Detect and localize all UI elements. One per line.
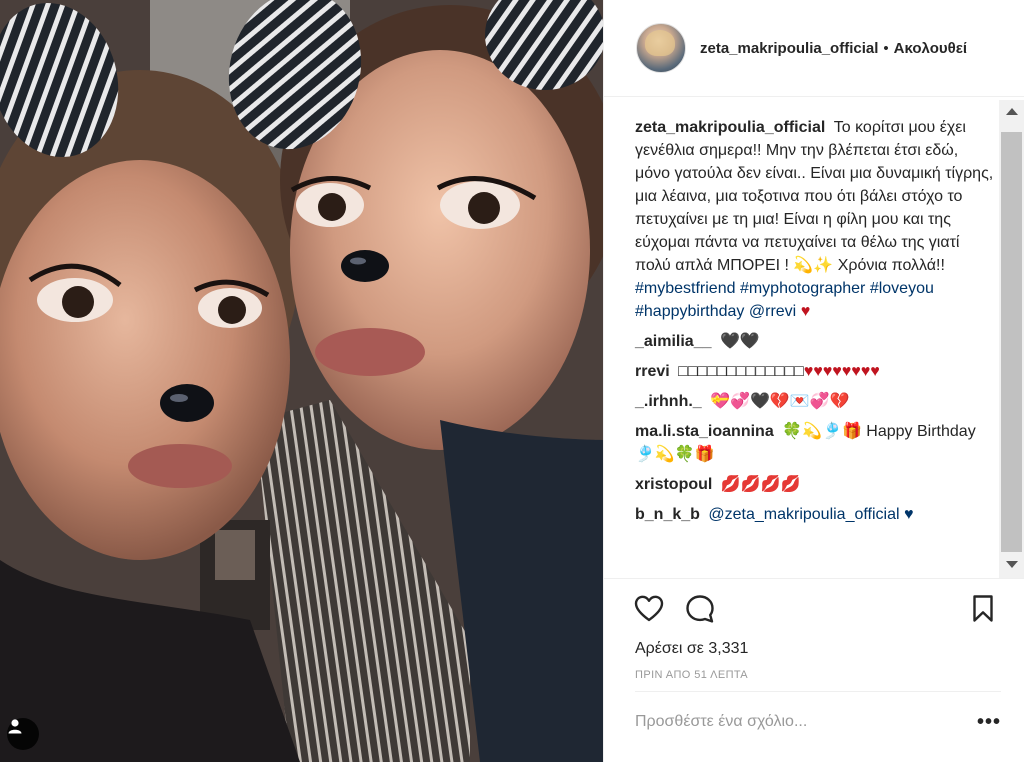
comment-text: 🖤🖤 — [719, 333, 760, 350]
post-actions: Αρέσει σε 3,331 ΠΡΙΝ ΑΠΟ 51 ΛΕΠΤΑ ••• — [604, 578, 1024, 758]
caption-heart-emoji: ♥ — [800, 303, 811, 320]
scrollbar-thumb[interactable] — [1001, 132, 1022, 552]
user-tag-icon — [8, 719, 22, 734]
comment-text: 💋💋💋💋 — [720, 476, 801, 493]
scroll-down-icon[interactable] — [1006, 561, 1018, 568]
list-item: ma.li.sta_ioannina 🍀💫🎐🎁 Happy Birthday 🎐… — [635, 420, 997, 466]
scroll-up-icon[interactable] — [1006, 108, 1018, 115]
heart-icon — [634, 595, 664, 622]
comment-hearts: ♥♥♥♥♥♥♥♥ — [803, 363, 880, 380]
comment-text: 💝💞🖤💔💌💞💔 — [710, 393, 850, 410]
hashtag-link[interactable]: #happybirthday — [635, 303, 744, 320]
selfie-image — [0, 0, 603, 762]
comment-username[interactable]: xristopoul — [635, 476, 712, 493]
list-item: b_n_k_b @zeta_makripoulia_official ♥ — [635, 503, 997, 526]
caption: zeta_makripoulia_official Το κορίτσι μου… — [635, 116, 997, 323]
comment-text: □□□□□□□□□□□□□ — [678, 363, 804, 380]
more-options-button[interactable]: ••• — [977, 712, 1001, 732]
comment-username[interactable]: b_n_k_b — [635, 506, 700, 523]
comment-username[interactable]: _aimilia__ — [635, 333, 712, 350]
comment-icon — [686, 595, 714, 623]
hashtag-link[interactable]: #mybestfriend — [635, 280, 736, 297]
post-timestamp[interactable]: ΠΡΙΝ ΑΠΟ 51 ΛΕΠΤΑ — [635, 669, 748, 681]
like-button[interactable] — [633, 593, 665, 625]
list-item: rrevi □□□□□□□□□□□□□♥♥♥♥♥♥♥♥ — [635, 360, 997, 383]
list-item: _aimilia__ 🖤🖤 — [635, 330, 997, 353]
hashtag-link[interactable]: #loveyou — [870, 280, 934, 297]
comment-text: @zeta_makripoulia_official ♥ — [708, 506, 914, 523]
post-panel: zeta_makripoulia_official • Ακολουθεί ze… — [603, 0, 1024, 762]
likes-count[interactable]: Αρέσει σε 3,331 — [635, 640, 748, 658]
list-item: xristopoul 💋💋💋💋 — [635, 473, 997, 496]
comment-username[interactable]: rrevi — [635, 363, 670, 380]
caption-text: Το κορίτσι μου έχει γενέθλια σημερα!! Μη… — [635, 119, 994, 274]
add-comment-bar: ••• — [635, 691, 1001, 751]
author-username[interactable]: zeta_makripoulia_official — [700, 40, 878, 57]
post-header: zeta_makripoulia_official • Ακολουθεί — [604, 0, 1024, 97]
comments-scrollbar[interactable] — [999, 100, 1024, 578]
mention-link[interactable]: @rrevi — [749, 303, 796, 320]
save-button[interactable] — [967, 593, 999, 625]
post-photo[interactable] — [0, 0, 603, 762]
comment-username[interactable]: _.irhnh._ — [635, 393, 702, 410]
add-comment-input[interactable] — [635, 712, 935, 731]
list-item: _.irhnh._ 💝💞🖤💔💌💞💔 — [635, 390, 997, 413]
avatar[interactable] — [636, 23, 686, 73]
follow-button[interactable]: Ακολουθεί — [894, 40, 967, 57]
comment-username[interactable]: ma.li.sta_ioannina — [635, 423, 774, 440]
hashtag-link[interactable]: #myphotographer — [740, 280, 865, 297]
header-separator: • — [883, 39, 889, 57]
caption-username[interactable]: zeta_makripoulia_official — [635, 119, 825, 136]
bookmark-icon — [973, 595, 993, 622]
user-tag-button[interactable] — [7, 718, 39, 750]
comments-list[interactable]: zeta_makripoulia_official Το κορίτσι μου… — [604, 100, 1024, 578]
comment-button[interactable] — [684, 593, 716, 625]
